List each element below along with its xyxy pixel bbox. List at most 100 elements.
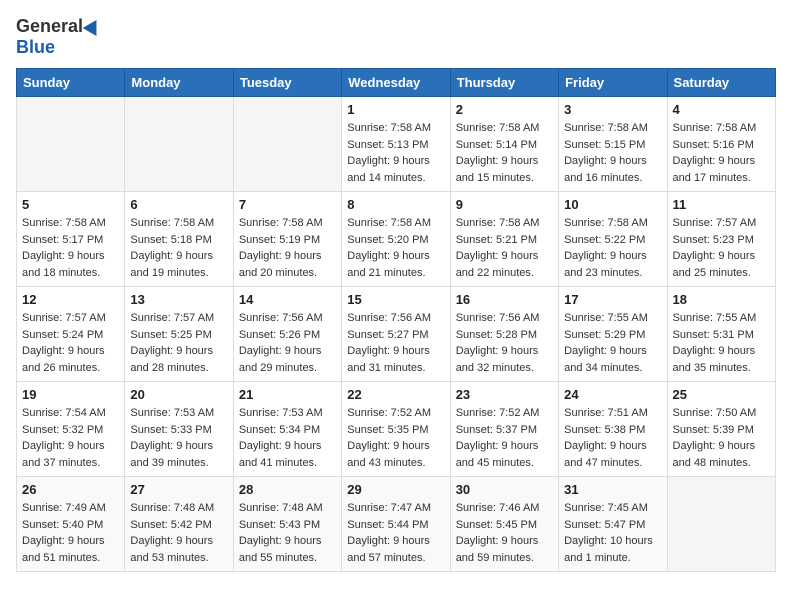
day-number: 10 — [564, 197, 661, 212]
day-info: Sunrise: 7:57 AMSunset: 5:24 PMDaylight:… — [22, 310, 119, 376]
day-info: Sunrise: 7:50 AMSunset: 5:39 PMDaylight:… — [673, 405, 770, 471]
day-info: Sunrise: 7:58 AMSunset: 5:20 PMDaylight:… — [347, 215, 444, 281]
logo-blue-text: Blue — [16, 37, 55, 58]
calendar-day-cell — [125, 97, 233, 192]
day-number: 13 — [130, 292, 227, 307]
day-info: Sunrise: 7:49 AMSunset: 5:40 PMDaylight:… — [22, 500, 119, 566]
logo: General Blue — [16, 16, 101, 58]
calendar-day-cell: 7 Sunrise: 7:58 AMSunset: 5:19 PMDaylight… — [233, 192, 341, 287]
calendar-day-cell: 19Sunrise: 7:54 AMSunset: 5:32 PMDayligh… — [17, 382, 125, 477]
day-info: Sunrise: 7:56 AMSunset: 5:28 PMDaylight:… — [456, 310, 553, 376]
calendar-day-cell: 23 Sunrise: 7:52 AMSunset: 5:37 PMDayligh… — [450, 382, 558, 477]
day-info: Sunrise: 7:47 AMSunset: 5:44 PMDaylight:… — [347, 500, 444, 566]
page-container: General Blue SundayMondayTuesdayWednesda… — [0, 0, 792, 582]
calendar-day-cell: 27 Sunrise: 7:48 AMSunset: 5:42 PMDayligh… — [125, 477, 233, 572]
day-number: 5 — [22, 197, 119, 212]
day-number: 16 — [456, 292, 553, 307]
calendar-day-cell: 17 Sunrise: 7:55 AMSunset: 5:29 PMDayligh… — [559, 287, 667, 382]
weekday-header-friday: Friday — [559, 69, 667, 97]
day-number: 1 — [347, 102, 444, 117]
day-number: 29 — [347, 482, 444, 497]
calendar-day-cell: 13 Sunrise: 7:57 AMSunset: 5:25 PMDayligh… — [125, 287, 233, 382]
day-number: 25 — [673, 387, 770, 402]
day-info: Sunrise: 7:58 AMSunset: 5:14 PMDaylight:… — [456, 120, 553, 186]
calendar-day-cell: 16 Sunrise: 7:56 AMSunset: 5:28 PMDayligh… — [450, 287, 558, 382]
calendar-day-cell — [233, 97, 341, 192]
calendar-day-cell: 9 Sunrise: 7:58 AMSunset: 5:21 PMDaylight… — [450, 192, 558, 287]
day-info: Sunrise: 7:55 AMSunset: 5:29 PMDaylight:… — [564, 310, 661, 376]
day-number: 15 — [347, 292, 444, 307]
day-number: 8 — [347, 197, 444, 212]
calendar-day-cell: 24 Sunrise: 7:51 AMSunset: 5:38 PMDayligh… — [559, 382, 667, 477]
calendar-day-cell: 20 Sunrise: 7:53 AMSunset: 5:33 PMDayligh… — [125, 382, 233, 477]
day-info: Sunrise: 7:58 AMSunset: 5:18 PMDaylight:… — [130, 215, 227, 281]
day-number: 12 — [22, 292, 119, 307]
calendar-day-cell: 30 Sunrise: 7:46 AMSunset: 5:45 PMDayligh… — [450, 477, 558, 572]
day-number: 20 — [130, 387, 227, 402]
day-number: 4 — [673, 102, 770, 117]
calendar-week-row: 1 Sunrise: 7:58 AMSunset: 5:13 PMDaylight… — [17, 97, 776, 192]
calendar-day-cell: 12 Sunrise: 7:57 AMSunset: 5:24 PMDayligh… — [17, 287, 125, 382]
calendar-day-cell: 6 Sunrise: 7:58 AMSunset: 5:18 PMDaylight… — [125, 192, 233, 287]
calendar-day-cell: 28Sunrise: 7:48 AMSunset: 5:43 PMDayligh… — [233, 477, 341, 572]
calendar-day-cell: 29 Sunrise: 7:47 AMSunset: 5:44 PMDayligh… — [342, 477, 450, 572]
day-number: 11 — [673, 197, 770, 212]
day-number: 17 — [564, 292, 661, 307]
day-number: 18 — [673, 292, 770, 307]
day-number: 31 — [564, 482, 661, 497]
weekday-header-saturday: Saturday — [667, 69, 775, 97]
day-info: Sunrise: 7:58 AMSunset: 5:17 PMDaylight:… — [22, 215, 119, 281]
calendar-day-cell: 3Sunrise: 7:58 AMSunset: 5:15 PMDaylight… — [559, 97, 667, 192]
weekday-header-monday: Monday — [125, 69, 233, 97]
day-info: Sunrise: 7:52 AMSunset: 5:37 PMDaylight:… — [456, 405, 553, 471]
day-number: 3 — [564, 102, 661, 117]
day-number: 24 — [564, 387, 661, 402]
logo-general-text: General — [16, 16, 83, 37]
day-info: Sunrise: 7:56 AMSunset: 5:26 PMDaylight:… — [239, 310, 336, 376]
calendar-day-cell: 14 Sunrise: 7:56 AMSunset: 5:26 PMDayligh… — [233, 287, 341, 382]
logo-triangle-icon — [83, 15, 104, 35]
day-number: 6 — [130, 197, 227, 212]
calendar-day-cell: 15 Sunrise: 7:56 AMSunset: 5:27 PMDayligh… — [342, 287, 450, 382]
day-info: Sunrise: 7:45 AMSunset: 5:47 PMDaylight:… — [564, 500, 661, 566]
calendar-day-cell: 10 Sunrise: 7:58 AMSunset: 5:22 PMDayligh… — [559, 192, 667, 287]
calendar-day-cell: 2 Sunrise: 7:58 AMSunset: 5:14 PMDaylight… — [450, 97, 558, 192]
calendar-day-cell: 18Sunrise: 7:55 AMSunset: 5:31 PMDayligh… — [667, 287, 775, 382]
day-info: Sunrise: 7:58 AMSunset: 5:22 PMDaylight:… — [564, 215, 661, 281]
day-number: 22 — [347, 387, 444, 402]
day-info: Sunrise: 7:48 AMSunset: 5:42 PMDaylight:… — [130, 500, 227, 566]
day-info: Sunrise: 7:56 AMSunset: 5:27 PMDaylight:… — [347, 310, 444, 376]
calendar-day-cell: 21Sunrise: 7:53 AMSunset: 5:34 PMDayligh… — [233, 382, 341, 477]
weekday-header-thursday: Thursday — [450, 69, 558, 97]
calendar-day-cell: 26Sunrise: 7:49 AMSunset: 5:40 PMDayligh… — [17, 477, 125, 572]
day-info: Sunrise: 7:58 AMSunset: 5:13 PMDaylight:… — [347, 120, 444, 186]
calendar-week-row: 5 Sunrise: 7:58 AMSunset: 5:17 PMDaylight… — [17, 192, 776, 287]
day-info: Sunrise: 7:58 AMSunset: 5:21 PMDaylight:… — [456, 215, 553, 281]
calendar-day-cell: 5 Sunrise: 7:58 AMSunset: 5:17 PMDaylight… — [17, 192, 125, 287]
weekday-header-wednesday: Wednesday — [342, 69, 450, 97]
calendar-table: SundayMondayTuesdayWednesdayThursdayFrid… — [16, 68, 776, 572]
calendar-day-cell: 11 Sunrise: 7:57 AMSunset: 5:23 PMDayligh… — [667, 192, 775, 287]
day-number: 23 — [456, 387, 553, 402]
weekday-header-tuesday: Tuesday — [233, 69, 341, 97]
day-number: 30 — [456, 482, 553, 497]
calendar-week-row: 19Sunrise: 7:54 AMSunset: 5:32 PMDayligh… — [17, 382, 776, 477]
day-info: Sunrise: 7:58 AMSunset: 5:19 PMDaylight:… — [239, 215, 336, 281]
day-number: 2 — [456, 102, 553, 117]
calendar-day-cell — [17, 97, 125, 192]
calendar-day-cell: 8 Sunrise: 7:58 AMSunset: 5:20 PMDaylight… — [342, 192, 450, 287]
day-info: Sunrise: 7:57 AMSunset: 5:23 PMDaylight:… — [673, 215, 770, 281]
day-number: 7 — [239, 197, 336, 212]
day-number: 27 — [130, 482, 227, 497]
day-info: Sunrise: 7:58 AMSunset: 5:16 PMDaylight:… — [673, 120, 770, 186]
day-info: Sunrise: 7:53 AMSunset: 5:33 PMDaylight:… — [130, 405, 227, 471]
calendar-week-row: 12 Sunrise: 7:57 AMSunset: 5:24 PMDayligh… — [17, 287, 776, 382]
day-number: 14 — [239, 292, 336, 307]
calendar-day-cell: 22Sunrise: 7:52 AMSunset: 5:35 PMDayligh… — [342, 382, 450, 477]
day-number: 9 — [456, 197, 553, 212]
day-info: Sunrise: 7:57 AMSunset: 5:25 PMDaylight:… — [130, 310, 227, 376]
day-info: Sunrise: 7:51 AMSunset: 5:38 PMDaylight:… — [564, 405, 661, 471]
calendar-day-cell: 25 Sunrise: 7:50 AMSunset: 5:39 PMDayligh… — [667, 382, 775, 477]
calendar-day-cell: 31 Sunrise: 7:45 AMSunset: 5:47 PMDayligh… — [559, 477, 667, 572]
day-info: Sunrise: 7:46 AMSunset: 5:45 PMDaylight:… — [456, 500, 553, 566]
